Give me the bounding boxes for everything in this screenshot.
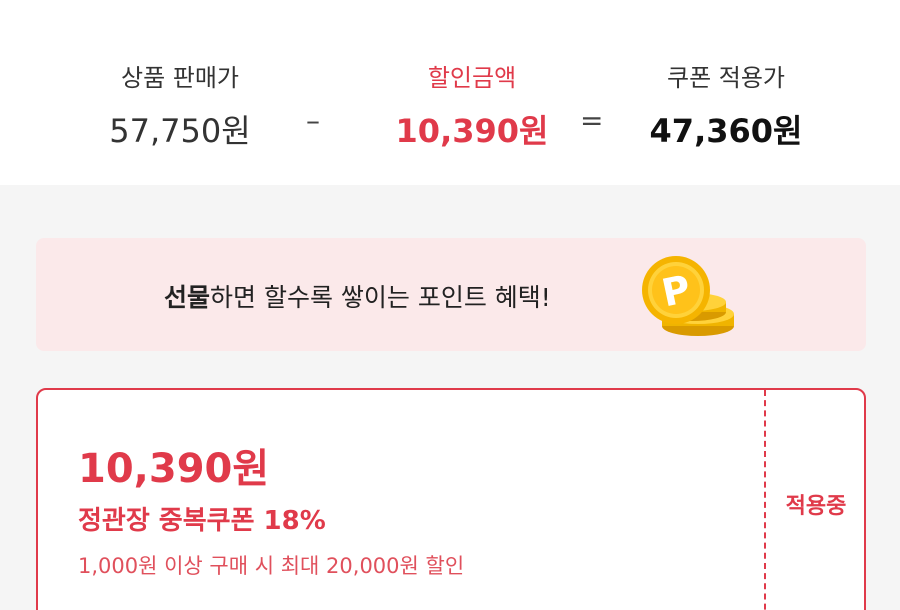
coupon-price-value: 47,360원 — [649, 112, 803, 150]
sale-price-value: 57,750원 — [109, 112, 251, 150]
discount-value: 10,390원 — [395, 112, 549, 150]
coupon-amount: 10,390원 — [78, 446, 270, 492]
banner-message: 하면 할수록 쌓이는 포인트 혜택! — [210, 283, 551, 312]
coupon-description: 1,000원 이상 구매 시 최대 20,000원 할인 — [78, 554, 465, 578]
sale-price-label: 상품 판매가 — [120, 64, 240, 92]
banner-highlight: 선물 — [164, 283, 211, 312]
discount-label: 할인금액 — [427, 64, 517, 92]
coupon-card[interactable]: 10,390원 정관장 중복쿠폰 18% 1,000원 이상 구매 시 최대 2… — [36, 388, 866, 610]
banner-text: 선물하면 할수록 쌓이는 포인트 혜택! — [164, 278, 551, 314]
coupon-price-label: 쿠폰 적용가 — [666, 64, 786, 92]
equals-symbol: = — [580, 104, 604, 137]
coupon-name: 정관장 중복쿠폰 18% — [78, 506, 326, 536]
minus-symbol: – — [306, 104, 320, 137]
gold-coin-stack-icon: P — [642, 256, 734, 336]
gift-point-banner[interactable]: 선물하면 할수록 쌓이는 포인트 혜택! P — [36, 238, 866, 351]
coupon-applied-status[interactable]: 적용중 — [766, 488, 866, 520]
price-summary: 상품 판매가 57,750원 – 할인금액 10,390원 = 쿠폰 적용가 4… — [0, 0, 900, 185]
